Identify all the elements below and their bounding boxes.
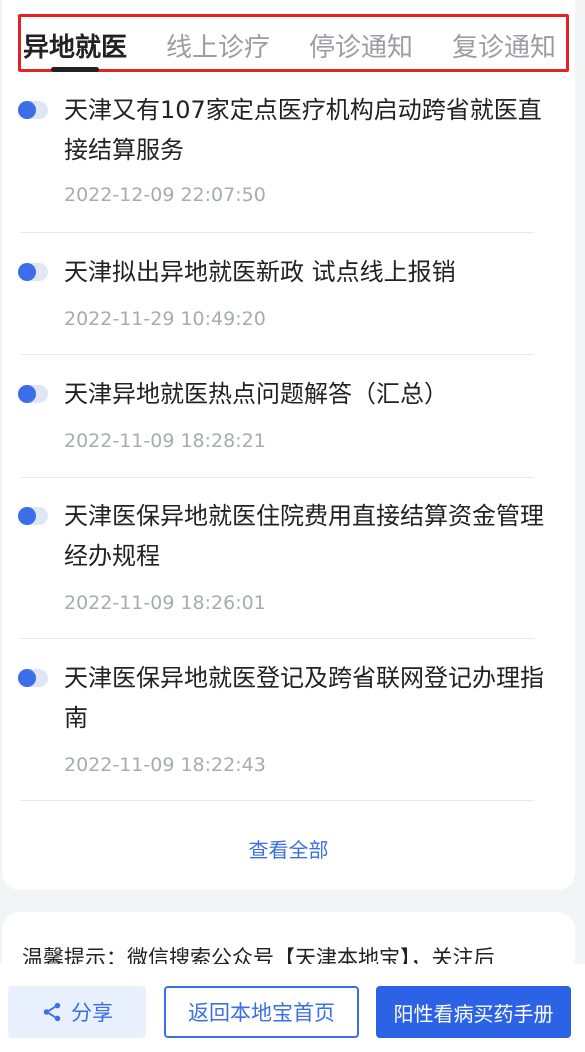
share-button[interactable]: 分享 xyxy=(8,986,146,1038)
share-label: 分享 xyxy=(71,1001,113,1025)
tab-yidi-jiuyi[interactable]: 异地就医 xyxy=(23,27,127,64)
divider xyxy=(20,638,534,639)
news-title[interactable]: 天津医保异地就医住院费用直接结算资金管理经办规程 xyxy=(64,496,564,576)
news-date: 2022-12-09 22:07:50 xyxy=(64,184,266,206)
share-icon xyxy=(43,1002,61,1022)
home-button[interactable]: 返回本地宝首页 xyxy=(164,986,359,1038)
divider xyxy=(20,354,534,355)
news-date: 2022-11-29 10:49:20 xyxy=(64,308,266,330)
news-date: 2022-11-09 18:22:43 xyxy=(64,754,266,776)
tab-xianshang-zhenliao[interactable]: 线上诊疗 xyxy=(166,27,270,64)
news-card: 异地就医 线上诊疗 停诊通知 复诊通知 天津又有107家定点医疗机构启动跨省就医… xyxy=(2,0,575,890)
news-title[interactable]: 天津医保异地就医登记及跨省联网登记办理指南 xyxy=(64,658,564,738)
view-all-link[interactable]: 查看全部 xyxy=(2,834,575,863)
tab-fuzhen-tongzhi[interactable]: 复诊通知 xyxy=(452,27,556,64)
bullet-icon xyxy=(18,263,48,281)
divider xyxy=(20,800,534,801)
divider xyxy=(20,477,534,478)
divider xyxy=(20,232,534,233)
bullet-icon xyxy=(18,101,48,119)
news-title[interactable]: 天津异地就医热点问题解答（汇总） xyxy=(64,374,564,414)
active-tab-indicator xyxy=(51,67,99,72)
bottom-action-bar: 分享 返回本地宝首页 阳性看病买药手册 xyxy=(0,964,585,1052)
news-date: 2022-11-09 18:28:21 xyxy=(64,430,266,452)
news-date: 2022-11-09 18:26:01 xyxy=(64,592,266,614)
bullet-icon xyxy=(18,507,48,525)
news-title[interactable]: 天津又有107家定点医疗机构启动跨省就医直接结算服务 xyxy=(64,90,564,170)
bullet-icon xyxy=(18,385,48,403)
tab-bar: 异地就医 线上诊疗 停诊通知 复诊通知 xyxy=(18,14,569,72)
manual-button[interactable]: 阳性看病买药手册 xyxy=(376,986,571,1038)
bullet-icon xyxy=(18,669,48,687)
tab-tingzhen-tongzhi[interactable]: 停诊通知 xyxy=(309,27,413,64)
news-title[interactable]: 天津拟出异地就医新政 试点线上报销 xyxy=(64,252,564,292)
